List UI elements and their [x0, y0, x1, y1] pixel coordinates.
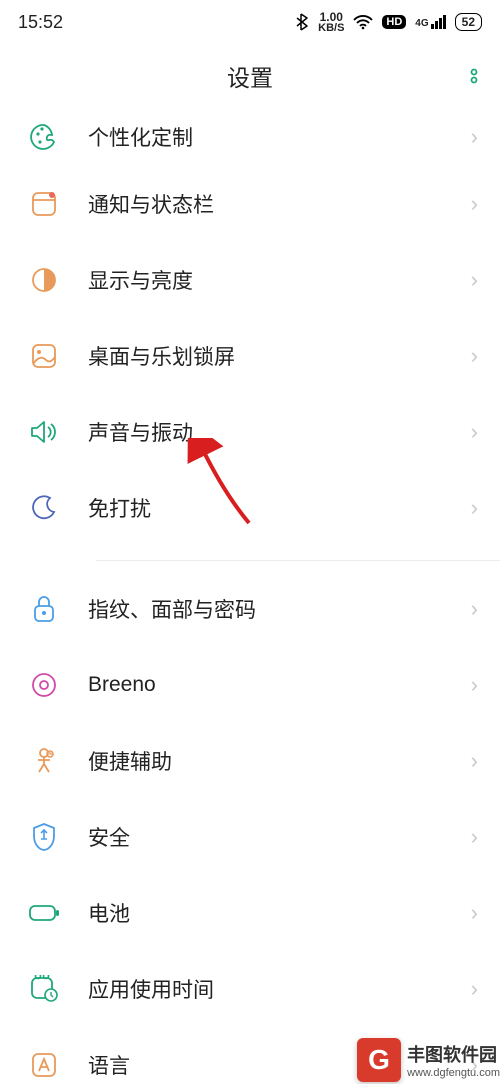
- status-time: 15:52: [18, 12, 295, 33]
- chevron-right-icon: ›: [471, 748, 478, 774]
- item-security[interactable]: 安全 ›: [0, 799, 500, 875]
- chevron-right-icon: ›: [471, 267, 478, 293]
- item-dnd[interactable]: 免打扰 ›: [0, 470, 500, 546]
- hd-icon: HD: [382, 15, 406, 29]
- watermark-logo: G: [357, 1038, 401, 1082]
- battery-icon: 52: [455, 13, 482, 31]
- item-label: 便捷辅助: [88, 746, 471, 776]
- data-rate-icon: 1.00 KB/S: [318, 11, 344, 34]
- item-label: 个性化定制: [88, 122, 471, 152]
- lock-icon: [28, 593, 60, 625]
- chevron-right-icon: ›: [471, 596, 478, 622]
- item-app-usage[interactable]: 应用使用时间 ›: [0, 951, 500, 1027]
- watermark: G 丰图软件园 www.dgfengtu.com: [357, 1038, 500, 1084]
- item-breeno[interactable]: Breeno ›: [0, 647, 500, 723]
- status-bar: 15:52 1.00 KB/S HD 4G 52: [0, 0, 500, 44]
- chevron-right-icon: ›: [471, 672, 478, 698]
- item-personalization[interactable]: 个性化定制 ›: [0, 108, 500, 166]
- accessibility-icon: [28, 745, 60, 777]
- battery-icon: [28, 897, 60, 929]
- item-label: 安全: [88, 822, 471, 852]
- chevron-right-icon: ›: [471, 495, 478, 521]
- chevron-right-icon: ›: [471, 419, 478, 445]
- wifi-icon: [353, 15, 373, 30]
- signal-icon: 4G: [415, 15, 445, 29]
- item-label: 桌面与乐划锁屏: [88, 341, 471, 371]
- header: 设置: [0, 44, 500, 108]
- chevron-right-icon: ›: [471, 343, 478, 369]
- bluetooth-icon: [295, 13, 309, 31]
- chevron-right-icon: ›: [471, 124, 478, 150]
- item-label: 应用使用时间: [88, 974, 471, 1004]
- brightness-icon: [28, 264, 60, 296]
- palette-icon: [28, 121, 60, 153]
- page-title: 设置: [227, 59, 273, 93]
- divider: [96, 560, 500, 561]
- chevron-right-icon: ›: [471, 191, 478, 217]
- item-notifications[interactable]: 通知与状态栏 ›: [0, 166, 500, 242]
- breeno-icon: [28, 669, 60, 701]
- item-battery[interactable]: 电池 ›: [0, 875, 500, 951]
- chevron-right-icon: ›: [471, 976, 478, 1002]
- item-label: 显示与亮度: [88, 265, 471, 295]
- item-desktop-lock[interactable]: 桌面与乐划锁屏 ›: [0, 318, 500, 394]
- notification-bar-icon: [28, 188, 60, 220]
- item-display[interactable]: 显示与亮度 ›: [0, 242, 500, 318]
- item-label: 电池: [88, 898, 471, 928]
- item-label: 声音与振动: [88, 417, 471, 447]
- sound-icon: [28, 416, 60, 448]
- shield-icon: [28, 821, 60, 853]
- chevron-right-icon: ›: [471, 900, 478, 926]
- status-icons: 1.00 KB/S HD 4G 52: [295, 11, 482, 34]
- watermark-url: www.dgfengtu.com: [407, 1067, 500, 1079]
- app-time-icon: [28, 973, 60, 1005]
- chevron-right-icon: ›: [471, 824, 478, 850]
- item-accessibility[interactable]: 便捷辅助 ›: [0, 723, 500, 799]
- item-label: 免打扰: [88, 493, 471, 523]
- lockscreen-icon: [28, 340, 60, 372]
- moon-icon: [28, 492, 60, 524]
- settings-list: 个性化定制 › 通知与状态栏 › 显示与亮度 › 桌面与乐划锁屏 › 声音与振动…: [0, 108, 500, 1084]
- more-button[interactable]: [470, 65, 478, 87]
- item-sound-vibration[interactable]: 声音与振动 ›: [0, 394, 500, 470]
- watermark-title: 丰图软件园: [407, 1041, 500, 1067]
- item-biometrics[interactable]: 指纹、面部与密码 ›: [0, 571, 500, 647]
- item-label: 通知与状态栏: [88, 189, 471, 219]
- language-icon: [28, 1049, 60, 1081]
- item-label: 指纹、面部与密码: [88, 594, 471, 624]
- item-label: Breeno: [88, 673, 471, 697]
